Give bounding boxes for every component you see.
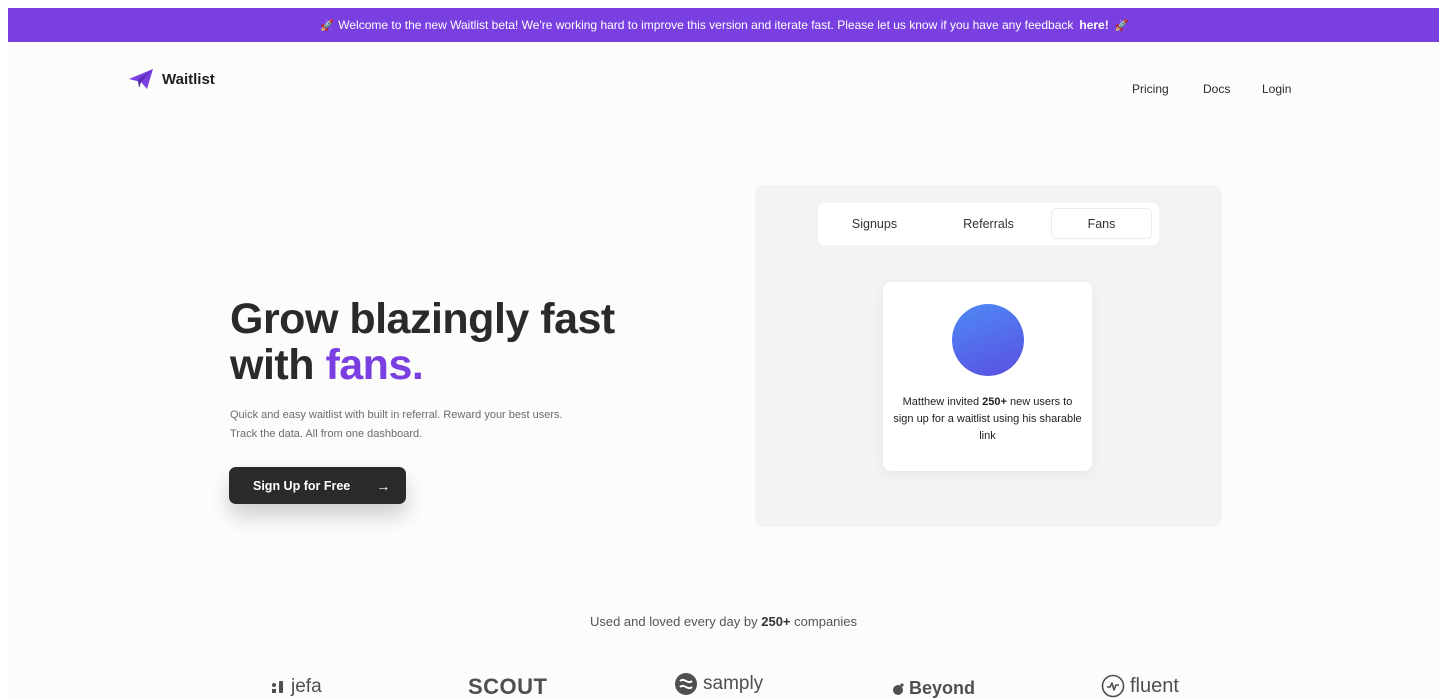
announcement-banner: 🚀 Welcome to the new Waitlist beta! We'r…	[8, 8, 1439, 42]
hero-title: Grow blazingly fast with fans.	[230, 296, 615, 388]
jefa-wordmark: jefa	[291, 676, 322, 697]
companies-caption: Used and loved every day by 250+ compani…	[8, 614, 1439, 629]
tab-bar: Signups Referrals Fans	[818, 203, 1159, 245]
fluent-mark-icon	[1101, 674, 1125, 698]
company-logo-jefa: jefa	[270, 676, 322, 698]
referral-card-text: Matthew invited 250+ new users to sign u…	[893, 394, 1082, 445]
scout-wordmark: SCOUT	[468, 674, 548, 699]
companies-caption-prefix: Used and loved every day by	[589, 614, 758, 629]
nav-login[interactable]: Login	[1262, 82, 1291, 96]
companies-caption-suffix: companies	[794, 614, 858, 629]
rocket-icon: 🚀	[1114, 19, 1129, 32]
rocket-icon: 🚀	[320, 19, 334, 32]
showcase-panel: Signups Referrals Fans Matthew invited 2…	[755, 185, 1222, 527]
jefa-mark-icon	[272, 681, 283, 693]
arrow-right-icon: →	[376, 477, 391, 494]
referral-card: Matthew invited 250+ new users to sign u…	[883, 282, 1092, 471]
avatar	[952, 304, 1024, 376]
card-text-prefix: Matthew invited	[902, 396, 980, 408]
tab-signups[interactable]: Signups	[823, 208, 926, 239]
logo[interactable]: Waitlist	[128, 68, 215, 90]
tab-referrals[interactable]: Referrals	[937, 208, 1040, 239]
companies-caption-highlight: 250+	[761, 614, 791, 629]
hero-title-prefix: with	[230, 341, 314, 389]
nav-pricing[interactable]: Pricing	[1132, 82, 1169, 96]
sign-up-button[interactable]: Sign Up for Free →	[229, 467, 406, 504]
fluent-wordmark: fluent	[1130, 674, 1179, 697]
beyond-wordmark: Beyond	[909, 678, 976, 698]
hero-title-accent: fans.	[325, 341, 424, 389]
beyond-mark-icon	[893, 682, 904, 695]
company-logo-scout: SCOUT	[468, 674, 548, 699]
samply-wordmark: samply	[703, 673, 764, 694]
company-logo-beyond: Beyond	[892, 678, 975, 699]
card-text-highlight: 250+	[982, 396, 1007, 408]
sign-up-button-label: Sign Up for Free	[253, 478, 351, 493]
paper-plane-icon	[129, 69, 153, 89]
hero-title-line1: Grow blazingly fast	[230, 295, 615, 343]
logo-text: Waitlist	[162, 70, 215, 88]
company-logo-fluent: fluent	[1101, 674, 1179, 698]
banner-feedback-link[interactable]: here!	[1079, 18, 1108, 32]
hero-subtitle: Quick and easy waitlist with built in re…	[230, 406, 650, 444]
hero-subtitle-line1: Quick and easy waitlist with built in re…	[230, 409, 563, 421]
tab-fans[interactable]: Fans	[1051, 208, 1152, 239]
page: 🚀 Welcome to the new Waitlist beta! We'r…	[8, 8, 1439, 699]
company-logo-samply: samply	[674, 672, 763, 696]
banner-text: Welcome to the new Waitlist beta! We're …	[338, 18, 1074, 32]
hero-subtitle-line2: Track the data. All from one dashboard.	[230, 428, 423, 440]
company-logos: jefa SCOUT samply Beyond fluent	[8, 668, 1439, 699]
samply-mark-icon	[675, 673, 697, 695]
nav-docs[interactable]: Docs	[1203, 82, 1230, 96]
